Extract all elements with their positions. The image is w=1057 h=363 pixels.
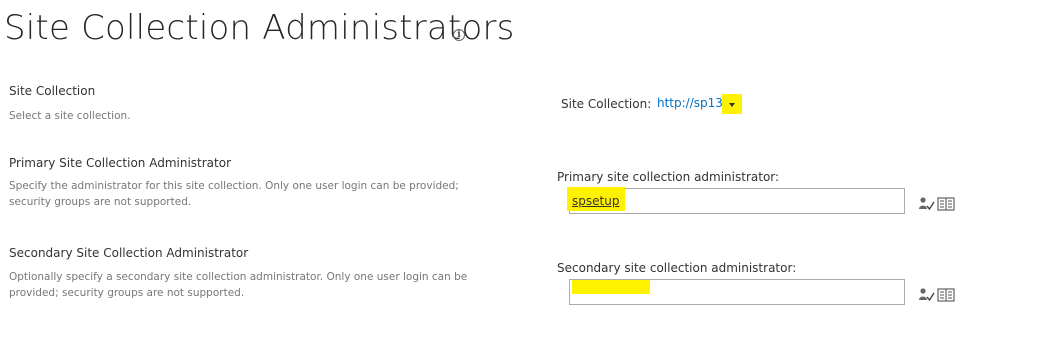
site-collection-selector-link[interactable]: http://sp13	[657, 96, 723, 110]
check-names-icon[interactable]	[918, 196, 936, 212]
site-collection-section-description: Select a site collection.	[9, 110, 131, 122]
site-collection-field-label: Site Collection:	[561, 97, 652, 111]
address-book-icon[interactable]	[937, 288, 955, 302]
primary-admin-section-description: Specify the administrator for this site …	[9, 180, 459, 208]
primary-admin-people-picker[interactable]: spsetup	[567, 187, 905, 214]
primary-admin-field-label: Primary site collection administrator:	[557, 170, 780, 184]
info-icon[interactable]: i	[453, 29, 465, 41]
secondary-admin-people-picker[interactable]	[569, 279, 905, 305]
secondary-admin-field-label: Secondary site collection administrator:	[557, 261, 797, 275]
primary-admin-resolved-user[interactable]: spsetup	[572, 194, 619, 208]
site-collection-section-title: Site Collection	[9, 84, 96, 98]
primary-admin-section-title: Primary Site Collection Administrator	[9, 156, 232, 170]
secondary-admin-section-title: Secondary Site Collection Administrator	[9, 246, 249, 260]
secondary-admin-section-description: Optionally specify a secondary site coll…	[9, 271, 468, 299]
page-title: Site Collection Administrators	[4, 8, 515, 48]
address-book-icon[interactable]	[937, 197, 955, 211]
chevron-down-icon	[729, 103, 735, 107]
site-collection-dropdown-button[interactable]	[722, 94, 742, 114]
secondary-admin-highlight	[572, 280, 650, 294]
check-names-icon[interactable]	[918, 287, 936, 303]
